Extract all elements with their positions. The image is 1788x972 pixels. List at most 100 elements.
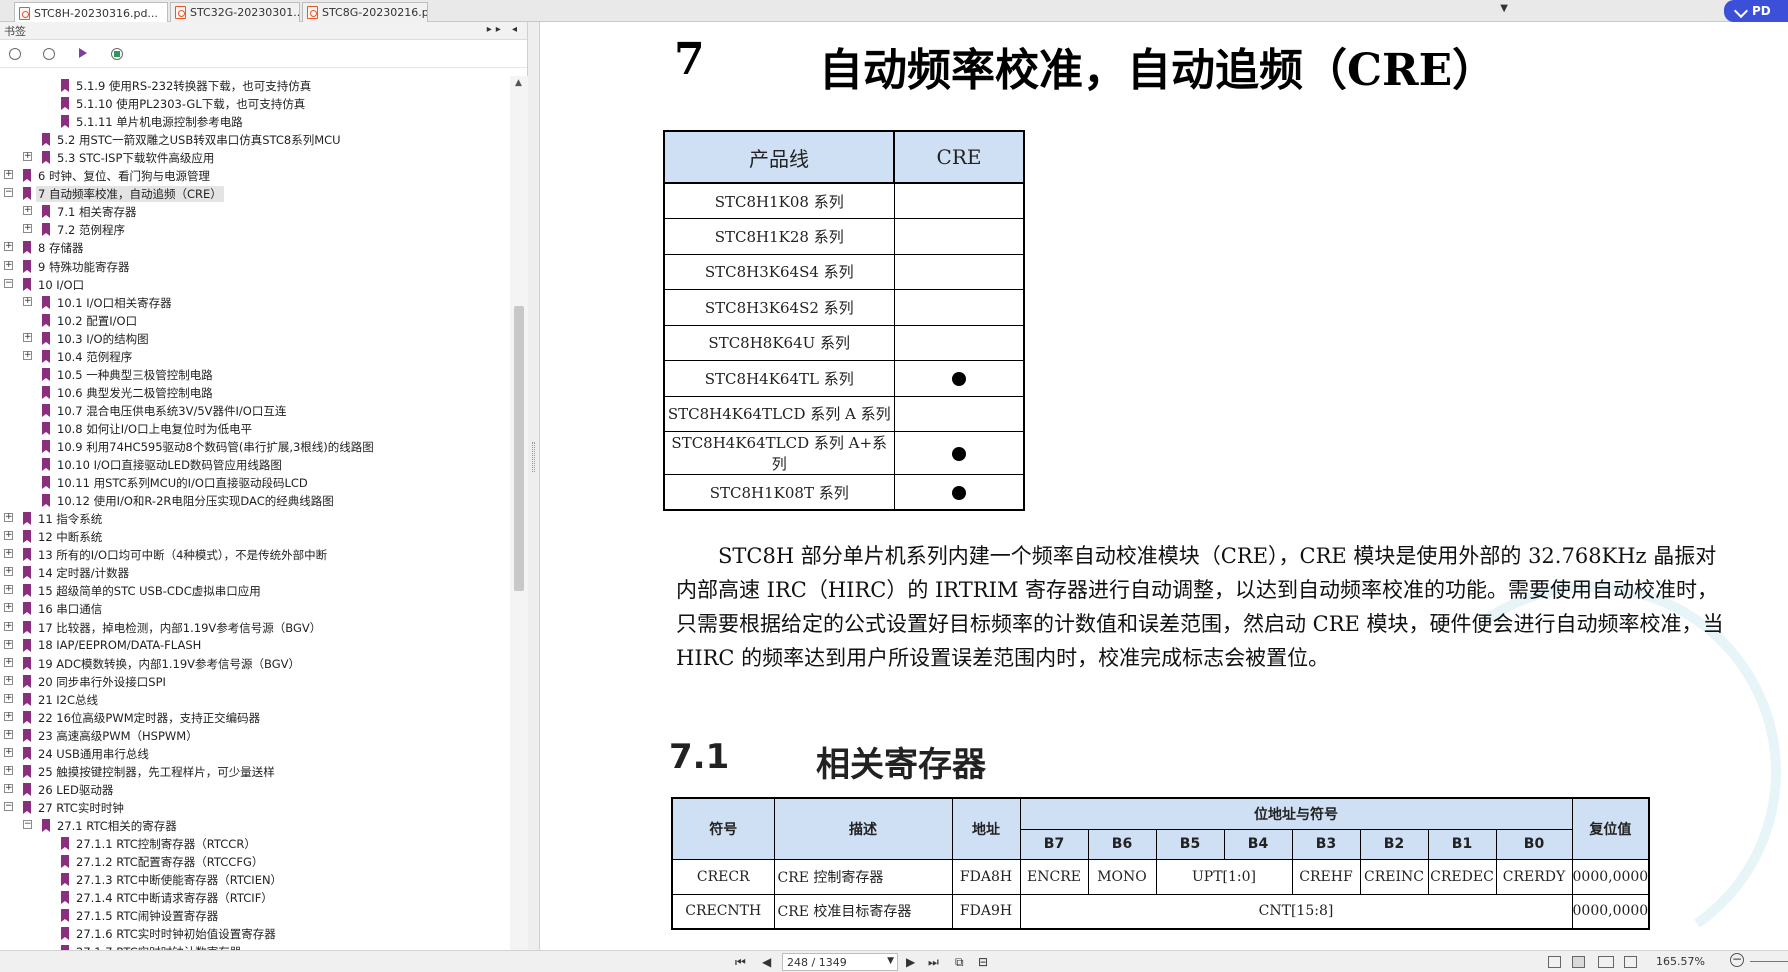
- bookmark-item[interactable]: 27.1.4 RTC中断请求寄存器（RTCIF）: [0, 888, 510, 906]
- zoom-level[interactable]: 165.57%: [1656, 955, 1705, 968]
- expand-icon[interactable]: +: [4, 260, 13, 270]
- scroll-up-icon[interactable]: ▲: [515, 78, 522, 88]
- bookmark-item[interactable]: 27.1.2 RTC配置寄存器（RTCCFG）: [0, 852, 510, 870]
- expand-icon[interactable]: +: [23, 350, 32, 360]
- bookmark-item[interactable]: 5.1.9 使用RS-232转换器下载，也可支持仿真: [0, 76, 510, 94]
- tab-stc8g[interactable]: STC8G-20230216.p...: [302, 2, 428, 22]
- expand-icon[interactable]: +: [4, 657, 13, 667]
- collapse-icon[interactable]: −: [4, 278, 13, 288]
- expand-icon[interactable]: +: [4, 549, 13, 559]
- bookmark-item[interactable]: − 27.1 RTC相关的寄存器: [0, 816, 510, 834]
- expand-icon[interactable]: +: [23, 332, 32, 342]
- expand-icon[interactable]: +: [4, 170, 13, 180]
- bookmark-item[interactable]: +15 超级简单的STC USB-CDC虚拟串口应用: [0, 581, 510, 599]
- document-view[interactable]: 7 自动频率校准，自动追频（CRE） 产品线 CRE STC8H1K08 系列 S…: [541, 22, 1788, 950]
- expand-icon[interactable]: +: [4, 765, 13, 775]
- fit-width-icon[interactable]: ⊟: [978, 955, 988, 969]
- bookmark-item[interactable]: +24 USB通用串行总线: [0, 744, 510, 762]
- collapse-icon[interactable]: −: [4, 802, 13, 811]
- bookmark-item[interactable]: +19 ADC模数转换，内部1.19V参考信号源（BGV）: [0, 654, 510, 672]
- zoom-out-icon[interactable]: −: [1730, 953, 1744, 967]
- chevron-down-icon[interactable]: ▼: [887, 956, 894, 966]
- bookmark-item[interactable]: 27.1.5 RTC闹钟设置寄存器: [0, 906, 510, 924]
- bookmark-item[interactable]: 10.6 典型发光二极管控制电路: [0, 383, 510, 401]
- expand-all-icon[interactable]: [42, 47, 56, 61]
- bookmark-item[interactable]: 10.11 用STC系列MCU的I/O口直接驱动段码LCD: [0, 473, 510, 491]
- bookmark-item[interactable]: 10.8 如何让I/O口上电复位时为低电平: [0, 419, 510, 437]
- expand-icon[interactable]: +: [23, 206, 32, 216]
- bookmark-item[interactable]: +5.3 STC-ISP下载软件高级应用: [0, 148, 510, 166]
- bookmark-item[interactable]: 10.7 混合电压供电系统3V/5V器件I/O口互连: [0, 401, 510, 419]
- expand-icon[interactable]: +: [4, 747, 13, 757]
- bookmark-item[interactable]: +14 定时器/计数器: [0, 563, 510, 581]
- tab-list-dropdown-icon[interactable]: ▼: [1500, 3, 1508, 14]
- bookmark-add-icon[interactable]: [76, 47, 90, 61]
- first-page-icon[interactable]: ⏮: [735, 955, 746, 970]
- bookmark-item[interactable]: +11 指令系统: [0, 509, 510, 527]
- bookmark-item[interactable]: 10.9 利用74HC595驱动8个数码管(串行扩展,3根线)的线路图: [0, 437, 510, 455]
- last-page-icon[interactable]: ⏭: [928, 955, 939, 970]
- continuous-view-icon[interactable]: [1572, 956, 1585, 968]
- bookmark-item[interactable]: 5.2 用STC一箭双雕之USB转双串口仿真STC8系列MCU: [0, 130, 510, 148]
- scrollbar-thumb[interactable]: [514, 306, 524, 591]
- expand-icon[interactable]: +: [4, 639, 13, 649]
- bookmark-item[interactable]: 10.12 使用I/O和R-2R电阻分压实现DAC的经典线路图: [0, 491, 510, 509]
- bookmark-item[interactable]: +25 触摸按键控制器，先工程样片，可少量送样: [0, 762, 510, 780]
- bookmark-item[interactable]: +8 存储器: [0, 238, 510, 256]
- bookmark-item[interactable]: +22 16位高级PWM定时器，支持正交编码器: [0, 708, 510, 726]
- bookmark-item[interactable]: 5.1.11 单片机电源控制参考电路: [0, 112, 510, 130]
- bookmark-item[interactable]: +13 所有的I/O口均可中断（4种模式），不是传统外部中断: [0, 545, 510, 563]
- collapse-icon[interactable]: −: [23, 820, 32, 830]
- bookmark-item[interactable]: +12 中断系统: [0, 527, 510, 545]
- expand-icon[interactable]: +: [4, 729, 13, 739]
- expand-icon[interactable]: +: [23, 224, 32, 234]
- expand-icon[interactable]: +: [4, 711, 13, 721]
- bookmark-item[interactable]: +26 LED驱动器: [0, 780, 510, 798]
- expand-icon[interactable]: +: [4, 567, 13, 577]
- bookmark-item[interactable]: +6 时钟、复位、看门狗与电源管理: [0, 166, 510, 184]
- bookmark-item[interactable]: − 27 RTC实时时钟: [0, 798, 510, 816]
- bookmark-item[interactable]: +10.4 范例程序: [0, 347, 510, 365]
- bookmark-item[interactable]: +23 高速高级PWM（HSPWM）: [0, 726, 510, 744]
- collapse-all-icon[interactable]: [8, 47, 22, 61]
- bookmark-item[interactable]: 27.1.3 RTC中断使能寄存器（RTCIEN）: [0, 870, 510, 888]
- expand-icon[interactable]: +: [4, 603, 13, 613]
- sidebar-scrollbar[interactable]: ▲ ▼: [510, 76, 528, 962]
- bookmark-item[interactable]: − 10 I/O口: [0, 275, 510, 293]
- tab-stc32g[interactable]: STC32G-20230301...: [170, 2, 300, 22]
- brand-button[interactable]: PD: [1724, 0, 1788, 22]
- bookmark-item[interactable]: +7.1 相关寄存器: [0, 202, 510, 220]
- bookmark-item[interactable]: +7.2 范例程序: [0, 220, 510, 238]
- expand-icon[interactable]: +: [4, 585, 13, 595]
- bookmark-item[interactable]: 10.5 一种典型三极管控制电路: [0, 365, 510, 383]
- bookmark-item[interactable]: +10.3 I/O的结构图: [0, 329, 510, 347]
- bookmark-item[interactable]: 10.10 I/O口直接驱动LED数码管应用线路图: [0, 455, 510, 473]
- bookmark-item[interactable]: 5.1.10 使用PL2303-GL下载，也可支持仿真: [0, 94, 510, 112]
- panel-splitter[interactable]: [528, 22, 540, 950]
- bookmark-item[interactable]: +16 串口通信: [0, 599, 510, 617]
- bookmark-item[interactable]: − 7 自动频率校准，自动追频（CRE）: [0, 184, 510, 203]
- facing-view-icon[interactable]: [1598, 956, 1614, 968]
- bookmark-item[interactable]: +9 特殊功能寄存器: [0, 257, 510, 275]
- bookmark-item[interactable]: 27.1.6 RTC实时时钟初始值设置寄存器: [0, 924, 510, 942]
- expand-icon[interactable]: +: [4, 531, 13, 541]
- bookmark-item[interactable]: +21 I2C总线: [0, 690, 510, 708]
- bookmark-find-icon[interactable]: [110, 47, 124, 61]
- next-page-icon[interactable]: ▶: [906, 955, 915, 969]
- expand-icon[interactable]: +: [4, 675, 13, 685]
- expand-icon[interactable]: +: [23, 296, 32, 306]
- single-page-view-icon[interactable]: [1548, 956, 1561, 968]
- expand-icon[interactable]: +: [4, 783, 13, 793]
- fit-page-icon[interactable]: ⧉: [955, 955, 964, 970]
- expand-icon[interactable]: +: [4, 693, 13, 703]
- expand-icon[interactable]: +: [4, 242, 13, 252]
- bookmark-item[interactable]: +20 同步串行外设接口SPI: [0, 672, 510, 690]
- expand-icon[interactable]: +: [23, 152, 32, 162]
- previous-page-icon[interactable]: ◀: [762, 955, 771, 969]
- expand-icon[interactable]: +: [4, 621, 13, 631]
- panel-collapse-buttons[interactable]: ▸▸ ◂: [487, 24, 521, 35]
- collapse-icon[interactable]: −: [4, 188, 13, 198]
- expand-icon[interactable]: +: [4, 513, 13, 523]
- page-number-input[interactable]: 248 / 1349 ▼: [782, 953, 898, 971]
- zoom-slider[interactable]: [1750, 961, 1788, 962]
